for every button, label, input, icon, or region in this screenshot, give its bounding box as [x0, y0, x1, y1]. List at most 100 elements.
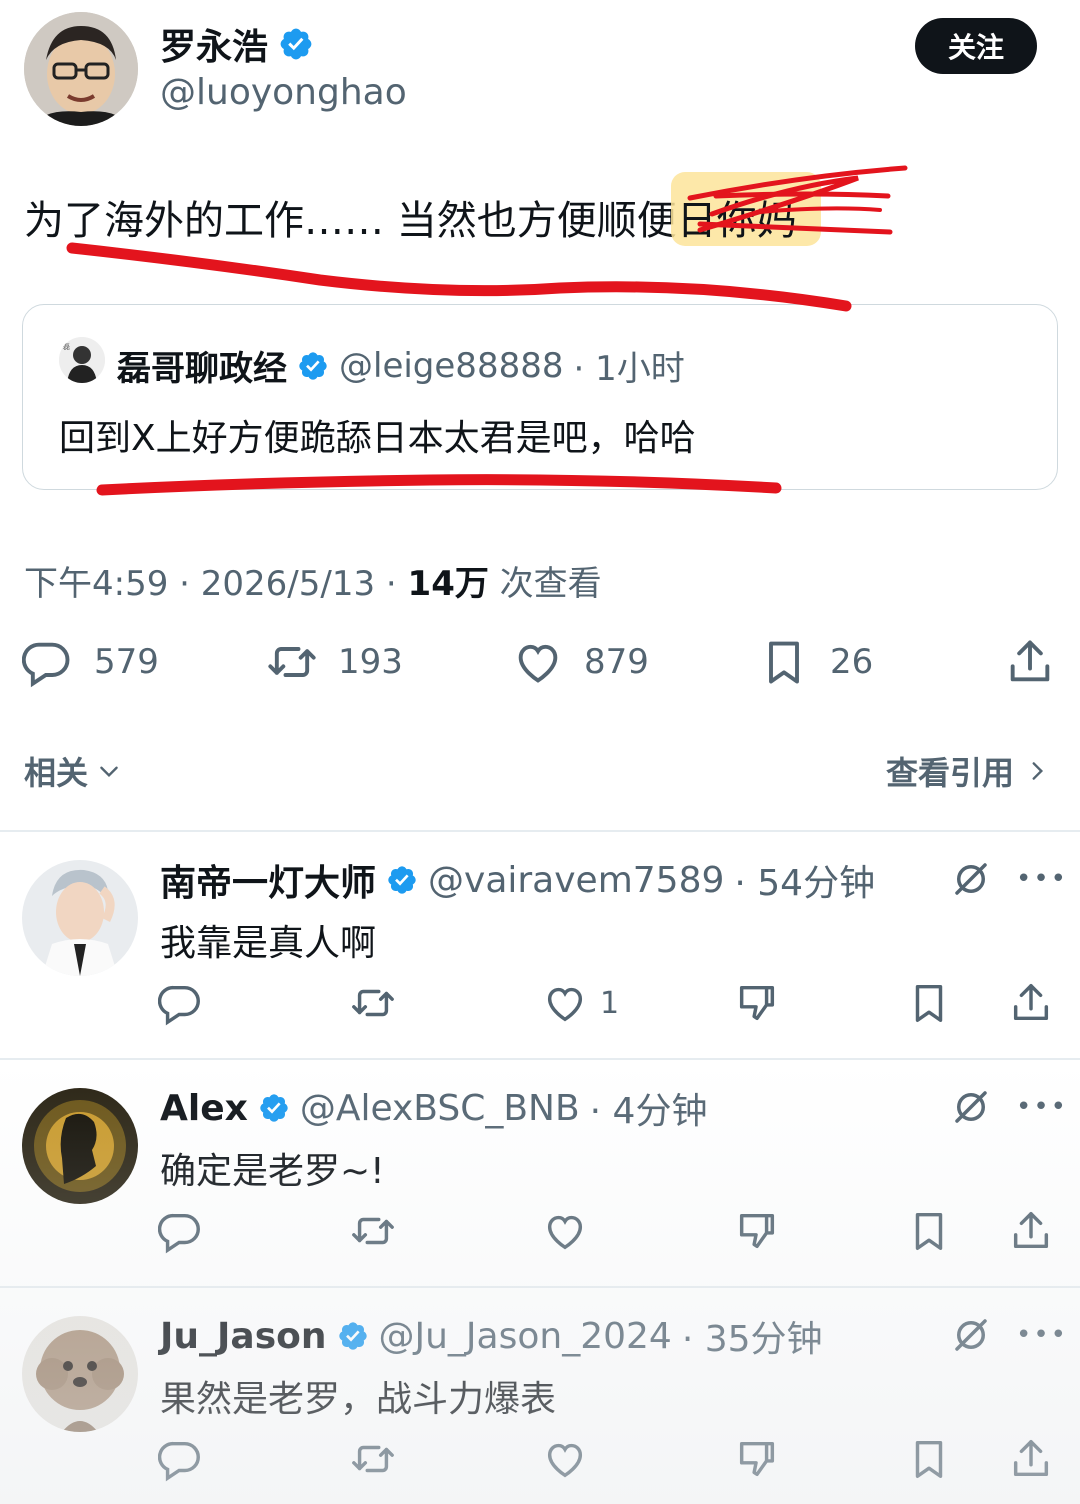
post-meta: 下午4:59 · 2026/5/13 · 14万 次查看	[24, 556, 602, 605]
reply-share-action[interactable]	[1008, 1208, 1054, 1254]
reply-text: 果然是老罗，战斗力爆表	[160, 1379, 557, 1420]
reply-like-action[interactable]: 1	[542, 980, 619, 1026]
share-icon	[1013, 1440, 1049, 1477]
repost-icon	[268, 647, 316, 677]
view-quotes-label: 查看引用	[885, 754, 1014, 792]
view-quotes-link[interactable]: 查看引用	[886, 748, 1050, 794]
quote-header: 磊哥聊政经 @leige88888 · 1小时	[117, 341, 685, 390]
chevron-down-icon	[100, 766, 118, 778]
repost-icon	[352, 1217, 394, 1245]
reply-header: Ju_Jason @Ju_Jason_2024 · 35分钟	[160, 1310, 823, 1362]
quote-time: · 1小时	[573, 349, 685, 389]
reply-bookmark-action[interactable]	[906, 1436, 952, 1482]
chevron-right-icon	[1032, 762, 1044, 780]
more-icon[interactable]: •••	[1016, 1320, 1068, 1350]
repost-icon	[352, 1445, 394, 1473]
reply-avatar[interactable]	[22, 1316, 138, 1432]
reply-author-name[interactable]: 南帝一灯大师	[160, 854, 376, 906]
dislike-icon	[739, 1441, 775, 1477]
verified-badge-icon	[338, 1322, 367, 1350]
reply-author-name[interactable]: Ju_Jason	[160, 1316, 327, 1357]
reply-like-action[interactable]	[542, 1436, 588, 1482]
reply-share-action[interactable]	[1008, 1436, 1054, 1482]
repost-count: 193	[338, 642, 403, 682]
reply-dislike-action[interactable]	[734, 980, 780, 1026]
bookmark-action[interactable]: 26	[758, 636, 873, 688]
related-toggle[interactable]: 相关	[24, 748, 122, 794]
like-count: 879	[584, 642, 649, 682]
quote-text: 回到X上好方便跪舔日本太君是吧，哈哈	[59, 418, 696, 459]
dislike-icon	[739, 1213, 775, 1249]
bookmark-icon	[915, 984, 943, 1022]
struck-text: 日你妈	[670, 172, 821, 246]
verified-badge-icon	[299, 351, 327, 380]
reply-header: Alex @AlexBSC_BNB · 4分钟	[160, 1082, 707, 1134]
share-icon	[1010, 640, 1050, 682]
reply-like-count: 1	[600, 985, 620, 1021]
more-icon[interactable]: •••	[1016, 864, 1068, 894]
repost-action[interactable]: 193	[266, 636, 403, 688]
grok-icon[interactable]	[950, 858, 992, 900]
repost-icon	[352, 989, 394, 1017]
grok-icon[interactable]	[950, 1086, 992, 1128]
reply-author-handle[interactable]: @AlexBSC_BNB	[300, 1088, 580, 1129]
like-icon	[518, 644, 558, 683]
quote-author-handle[interactable]: @leige88888	[339, 346, 563, 386]
reply-author-handle[interactable]: @Ju_Jason_2024	[379, 1316, 672, 1357]
reply-avatar[interactable]	[22, 1088, 138, 1204]
follow-button[interactable]: 关注	[915, 18, 1037, 74]
author-avatar[interactable]	[24, 12, 138, 126]
reply-avatar[interactable]	[22, 860, 138, 976]
reply-bookmark-action[interactable]	[906, 980, 952, 1026]
reply-text: 我靠是真人啊	[160, 923, 377, 964]
reply-repost-action[interactable]	[350, 980, 396, 1026]
verified-badge-icon	[280, 28, 312, 60]
more-icon[interactable]: •••	[1016, 1092, 1068, 1122]
reply-item[interactable]: 南帝一灯大师 @vairavem7589 · 54分钟 ••• 我靠是真人啊 1	[0, 830, 1080, 1058]
reply-count: 579	[94, 642, 159, 682]
post-header: 罗永浩 @luoyonghao 关注	[0, 0, 1080, 140]
reply-reply-action[interactable]	[158, 1436, 204, 1482]
verified-badge-icon	[388, 866, 416, 894]
share-action[interactable]	[1004, 636, 1056, 688]
related-row: 相关 查看引用	[0, 740, 1080, 800]
reply-repost-action[interactable]	[350, 1208, 396, 1254]
grok-icon[interactable]	[950, 1314, 992, 1356]
reply-repost-action[interactable]	[350, 1436, 396, 1482]
related-label: 相关	[24, 754, 89, 792]
reply-dislike-action[interactable]	[734, 1436, 780, 1482]
reply-icon	[22, 642, 70, 688]
post-action-bar: 579 193 879 26	[0, 636, 1080, 700]
reply-like-action[interactable]	[542, 1208, 600, 1254]
author-name-row[interactable]: 罗永浩	[160, 18, 314, 70]
like-icon	[547, 1443, 583, 1478]
author-name[interactable]: 罗永浩	[160, 18, 268, 70]
quoted-post[interactable]: 磊 磊哥聊政经 @leige88888 · 1小时 回到X上好方便跪舔日本太君是…	[22, 304, 1058, 490]
reply-icon	[158, 985, 200, 1026]
reply-text: 确定是老罗~!	[160, 1151, 385, 1192]
like-action[interactable]: 879	[512, 636, 649, 688]
reply-bookmark-action[interactable]	[906, 1208, 952, 1254]
underline-main	[66, 242, 852, 312]
reply-time: · 35分钟	[681, 1319, 823, 1360]
reply-item[interactable]: Alex @AlexBSC_BNB · 4分钟 ••• 确定是老罗~!	[0, 1058, 1080, 1286]
reply-dislike-action[interactable]	[734, 1208, 780, 1254]
reply-item[interactable]: Ju_Jason @Ju_Jason_2024 · 35分钟 ••• 果然是老罗…	[0, 1286, 1080, 1504]
view-count: 14万	[407, 564, 489, 604]
quote-author-name[interactable]: 磊哥聊政经	[117, 341, 287, 390]
reply-action[interactable]: 579	[22, 636, 159, 688]
reply-header: 南帝一灯大师 @vairavem7589 · 54分钟	[160, 854, 875, 906]
reply-icon	[158, 1441, 200, 1482]
reply-share-action[interactable]	[1008, 980, 1054, 1026]
post-text: 为了海外的工作…… 当然也方便顺便 日你妈	[24, 172, 821, 246]
view-label: 次查看	[488, 564, 602, 604]
quote-author-avatar[interactable]: 磊	[59, 337, 105, 383]
share-icon	[1013, 984, 1049, 1021]
post-timestamp[interactable]: 下午4:59 · 2026/5/13 ·	[24, 564, 408, 604]
reply-author-handle[interactable]: @vairavem7589	[428, 860, 724, 901]
author-handle[interactable]: @luoyonghao	[160, 72, 407, 113]
reply-reply-action[interactable]	[158, 980, 204, 1026]
reply-reply-action[interactable]	[158, 1208, 204, 1254]
reply-author-name[interactable]: Alex	[160, 1088, 248, 1129]
share-icon	[1013, 1212, 1049, 1249]
